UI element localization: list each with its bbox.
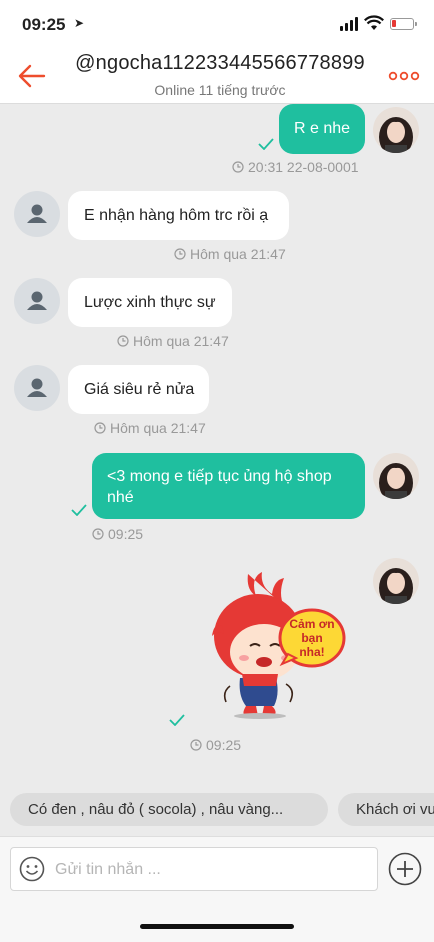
message-text: Giá siêu rẻ nửa <box>84 381 195 398</box>
message-input-container <box>10 847 378 892</box>
svg-text:nha!: nha! <box>299 645 324 659</box>
clock-icon <box>94 422 106 434</box>
chat-header: 09:25 ➤ @ngocha112233445566778899 Online… <box>0 0 434 104</box>
message-bubble-outgoing[interactable]: R e nhe <box>279 104 365 154</box>
seller-avatar <box>373 558 419 604</box>
message-bubble-outgoing[interactable]: <3 mong e tiếp tục ủng hộ shop nhé <box>92 453 365 519</box>
quick-reply-chip[interactable]: Có đen , nâu đỏ ( socola) , nâu vàng... <box>10 793 328 826</box>
online-status: Online 11 tiếng trước <box>154 82 286 98</box>
back-arrow-icon[interactable] <box>16 60 48 92</box>
message-bubble-incoming[interactable]: Giá siêu rẻ nửa <box>68 365 209 414</box>
message-timestamp: 20:31 22-08-0001 <box>232 159 359 175</box>
message-timestamp: Hôm qua 21:47 <box>174 246 286 262</box>
buyer-avatar <box>14 191 60 237</box>
buyer-avatar <box>14 365 60 411</box>
buyer-avatar <box>14 278 60 324</box>
svg-text:Cảm ơn: Cảm ơn <box>289 617 334 631</box>
clock-icon <box>190 739 202 751</box>
seller-avatar <box>373 453 419 499</box>
message-text: <3 mong e tiếp tục ủng hộ shop nhé <box>107 468 332 506</box>
quick-reply-chip[interactable]: Khách ơi vu <box>338 793 434 826</box>
clock-icon <box>174 248 186 260</box>
seller-avatar <box>373 107 419 153</box>
signal-icon <box>340 17 360 31</box>
message-timestamp: Hôm qua 21:47 <box>117 333 229 349</box>
message-text: Lược xinh thực sự <box>84 294 216 311</box>
status-bar: 09:25 ➤ <box>0 0 434 44</box>
message-bubble-incoming[interactable]: Lược xinh thực sự <box>68 278 232 327</box>
wifi-icon <box>364 15 384 30</box>
message-timestamp: 09:25 <box>92 526 143 542</box>
message-text: R e nhe <box>294 120 351 137</box>
thank-you-sticker[interactable]: Cảm ơn bạn nha! <box>200 566 350 721</box>
message-bubble-incoming[interactable]: E nhận hàng hôm trc rồi ạ <box>68 191 289 240</box>
message-timestamp: Hôm qua 21:47 <box>94 420 206 436</box>
location-arrow-icon: ➤ <box>74 16 85 30</box>
clock-icon <box>92 528 104 540</box>
more-options-icon[interactable] <box>388 70 420 82</box>
clock-icon <box>232 161 244 173</box>
chat-title: @ngocha112233445566778899 <box>75 52 365 74</box>
battery-icon <box>390 18 417 30</box>
read-check-icon <box>258 138 274 150</box>
message-timestamp: 09:25 <box>190 737 241 753</box>
message-text: E nhận hàng hôm trc rồi ạ <box>84 207 269 224</box>
read-check-icon <box>71 504 87 516</box>
status-time: 09:25 <box>22 15 66 34</box>
add-attachment-icon[interactable] <box>388 852 422 886</box>
svg-text:bạn: bạn <box>301 631 322 645</box>
clock-icon <box>117 335 129 347</box>
home-indicator <box>140 924 294 929</box>
emoji-icon[interactable] <box>19 856 45 882</box>
message-input[interactable] <box>53 848 373 892</box>
read-check-icon <box>169 714 185 726</box>
